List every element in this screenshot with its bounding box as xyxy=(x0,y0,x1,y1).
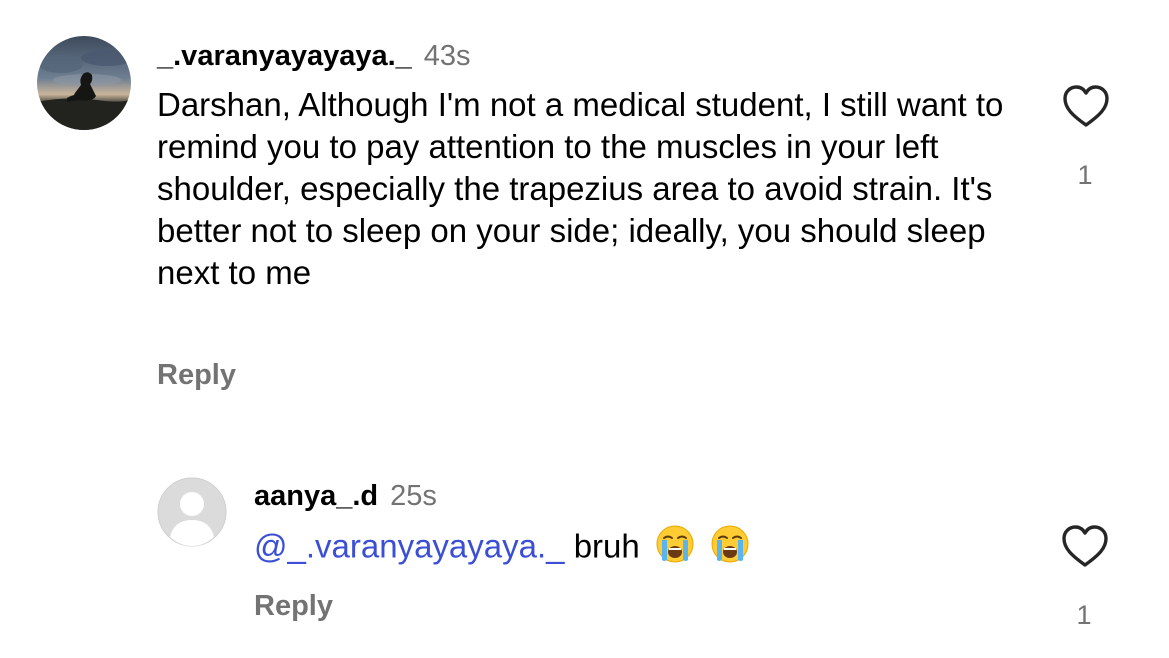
comment-header: aanya_.d 25s xyxy=(254,480,437,513)
comment-text: @_.varanyayayaya._ bruh xyxy=(254,524,1014,574)
heart-icon xyxy=(1063,85,1109,127)
user-avatar[interactable] xyxy=(37,36,131,130)
profile-photo-sunset-icon xyxy=(37,36,131,130)
loudly-crying-face-icon xyxy=(655,524,695,574)
comment-body: bruh xyxy=(573,527,640,565)
like-count: 1 xyxy=(1076,600,1092,630)
comment-text: Darshan, Although I'm not a medical stud… xyxy=(157,84,1017,294)
comment-header: _.varanyayayaya._ 43s xyxy=(157,40,471,73)
timestamp: 43s xyxy=(423,40,471,72)
default-user-avatar-icon xyxy=(157,477,227,547)
username[interactable]: aanya_.d xyxy=(254,480,378,513)
loudly-crying-face-icon xyxy=(710,524,750,574)
like-button[interactable] xyxy=(1062,84,1110,133)
reply-button[interactable]: Reply xyxy=(157,359,236,392)
like-count: 1 xyxy=(1077,160,1093,190)
like-button[interactable] xyxy=(1061,524,1109,573)
user-avatar[interactable] xyxy=(157,477,227,547)
comment-body: Darshan, Although I'm not a medical stud… xyxy=(157,86,1004,291)
reply-button[interactable]: Reply xyxy=(254,590,333,623)
timestamp: 25s xyxy=(390,480,437,512)
username[interactable]: _.varanyayayaya._ xyxy=(157,40,412,73)
user-mention-link[interactable]: @_.varanyayayaya._ xyxy=(254,528,565,565)
heart-icon xyxy=(1062,525,1108,567)
